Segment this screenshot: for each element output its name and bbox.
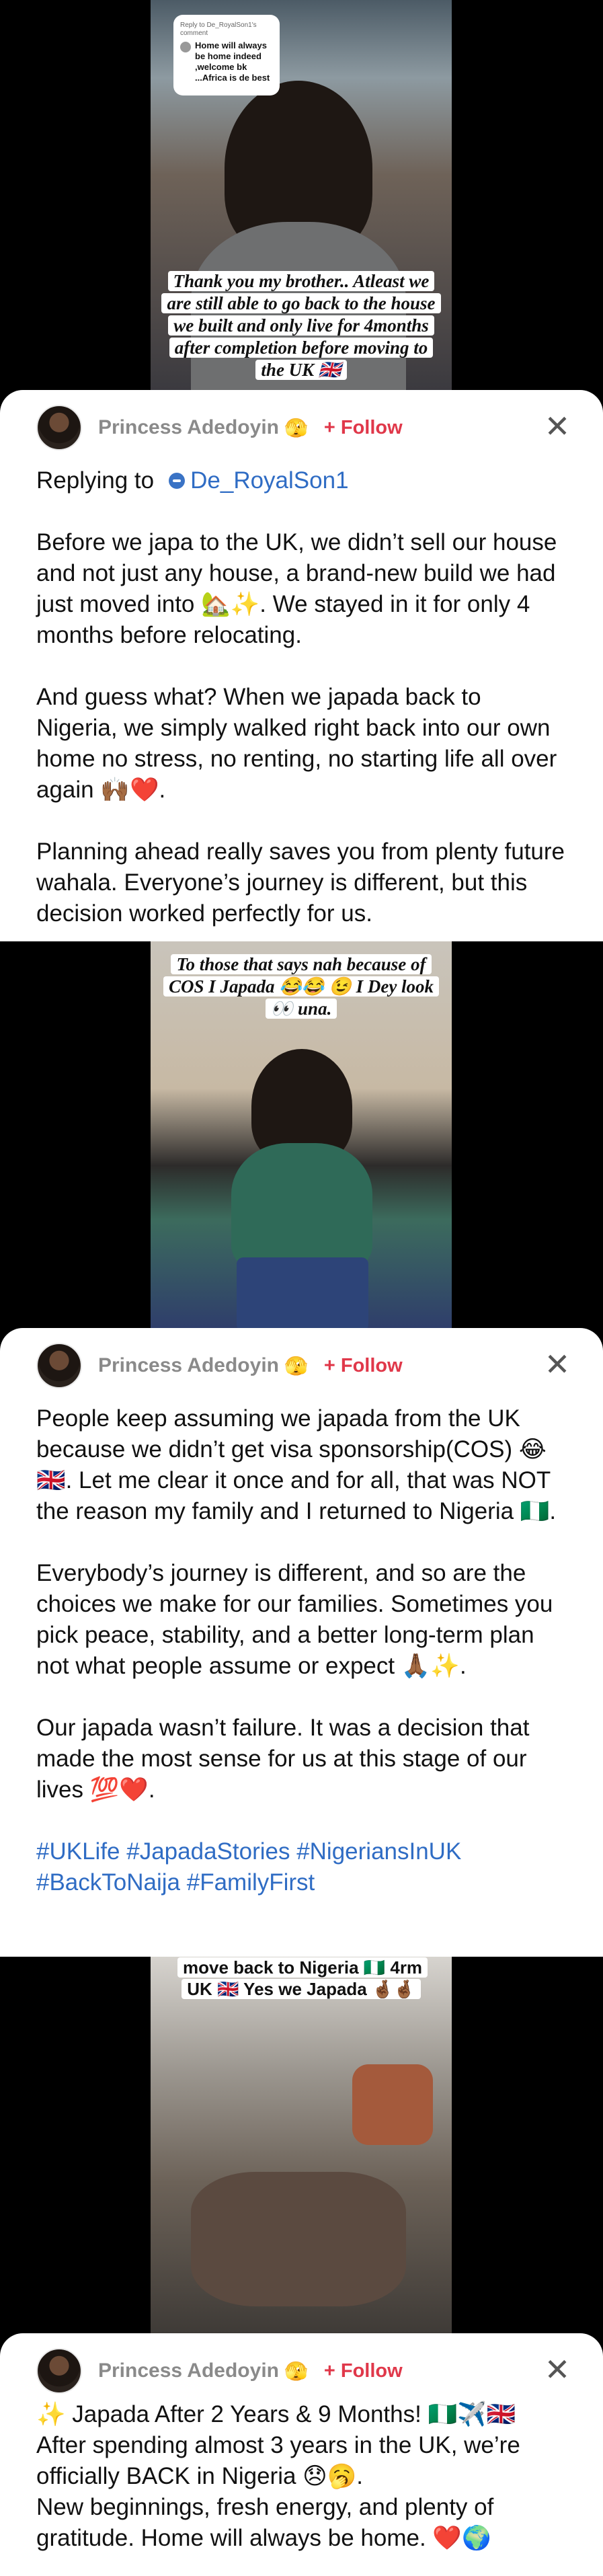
video-caption-text: To those that says nah because of COS I … <box>163 954 440 1019</box>
feed: Reply to De_RoyalSon1's comment Home wil… <box>0 0 603 2576</box>
clutter-shape <box>191 2172 406 2306</box>
post-paragraph: Before we japa to the UK, we didn’t sell… <box>36 529 564 648</box>
author-emoji: 🫣 <box>284 1355 308 1376</box>
avatar[interactable] <box>36 405 82 451</box>
person-figure-top <box>231 1143 372 1271</box>
video-caption-text: Thank you my brother.. Atleast we are st… <box>161 271 441 380</box>
post-card-3: Princess Adedoyin 🫣 + Follow ✕ ✨ Japada … <box>0 2333 603 2576</box>
reply-overlay-message: Home will always be home indeed ,welcome… <box>195 40 270 83</box>
reply-overlay-card: Reply to De_RoyalSon1's comment Home wil… <box>173 15 280 95</box>
close-icon[interactable]: ✕ <box>542 411 572 442</box>
video-frame-1[interactable]: Reply to De_RoyalSon1's comment Home wil… <box>151 0 452 390</box>
video-caption: Thank you my brother.. Atleast we are st… <box>151 270 452 381</box>
video-player-1[interactable]: Reply to De_RoyalSon1's comment Home wil… <box>0 0 603 390</box>
close-icon[interactable]: ✕ <box>542 2354 572 2386</box>
video-caption: move back to Nigeria 🇳🇬 4rm UK 🇬🇧 Yes we… <box>151 1957 452 2000</box>
reply-overlay-label: Reply to De_RoyalSon1's comment <box>180 22 257 37</box>
avatar[interactable] <box>36 1343 82 1389</box>
close-icon[interactable]: ✕ <box>542 1349 572 1380</box>
post-header: Princess Adedoyin 🫣 + Follow ✕ <box>36 1328 570 1403</box>
post-header: Princess Adedoyin 🫣 + Follow ✕ <box>36 390 570 465</box>
mention-link[interactable]: De_RoyalSon1 <box>190 465 348 496</box>
post-paragraph: ✨ Japada After 2 Years & 9 Months! 🇳🇬✈️🇬… <box>36 2401 520 2551</box>
mention-icon <box>169 473 186 489</box>
clutter-shape <box>352 2064 433 2145</box>
replying-to: Replying to De_RoyalSon1 <box>36 465 567 496</box>
avatar[interactable] <box>36 2348 82 2394</box>
video-frame-3[interactable]: move back to Nigeria 🇳🇬 4rm UK 🇬🇧 Yes we… <box>151 1957 452 2333</box>
post-paragraph: People keep assuming we japada from the … <box>36 1405 557 1524</box>
post-card-2: Princess Adedoyin 🫣 + Follow ✕ People ke… <box>0 1328 603 1957</box>
post-paragraph: Our japada wasn’t failure. It was a deci… <box>36 1715 536 1803</box>
post-paragraph: And guess what? When we japada back to N… <box>36 684 564 803</box>
post-header: Princess Adedoyin 🫣 + Follow ✕ <box>36 2333 570 2409</box>
follow-button[interactable]: + Follow <box>324 2360 403 2382</box>
author-emoji: 🫣 <box>284 2360 308 2382</box>
author-name[interactable]: Princess Adedoyin <box>98 2359 279 2382</box>
video-caption: To those that says nah because of COS I … <box>151 953 452 1020</box>
person-figure-jeans <box>237 1257 368 1328</box>
follow-button[interactable]: + Follow <box>324 417 403 439</box>
video-player-2[interactable]: To those that says nah because of COS I … <box>0 941 603 1328</box>
post-paragraph: Everybody’s journey is different, and so… <box>36 1560 560 1679</box>
hashtags[interactable]: #UKLife #JapadaStories #NigeriansInUK #B… <box>36 1836 567 1898</box>
author-name[interactable]: Princess Adedoyin <box>98 1354 279 1377</box>
post-card-1: Princess Adedoyin 🫣 + Follow ✕ Replying … <box>0 390 603 941</box>
reply-overlay-avatar <box>180 42 191 52</box>
author-emoji: 🫣 <box>284 417 308 438</box>
video-caption-text: move back to Nigeria 🇳🇬 4rm UK 🇬🇧 Yes we… <box>177 1957 428 1999</box>
author-name[interactable]: Princess Adedoyin <box>98 416 279 439</box>
follow-button[interactable]: + Follow <box>324 1355 403 1377</box>
post-paragraph: Planning ahead really saves you from ple… <box>36 838 571 927</box>
video-player-3[interactable]: move back to Nigeria 🇳🇬 4rm UK 🇬🇧 Yes we… <box>0 1957 603 2333</box>
replying-label: Replying to <box>36 467 155 494</box>
video-frame-2[interactable]: To those that says nah because of COS I … <box>151 941 452 1328</box>
